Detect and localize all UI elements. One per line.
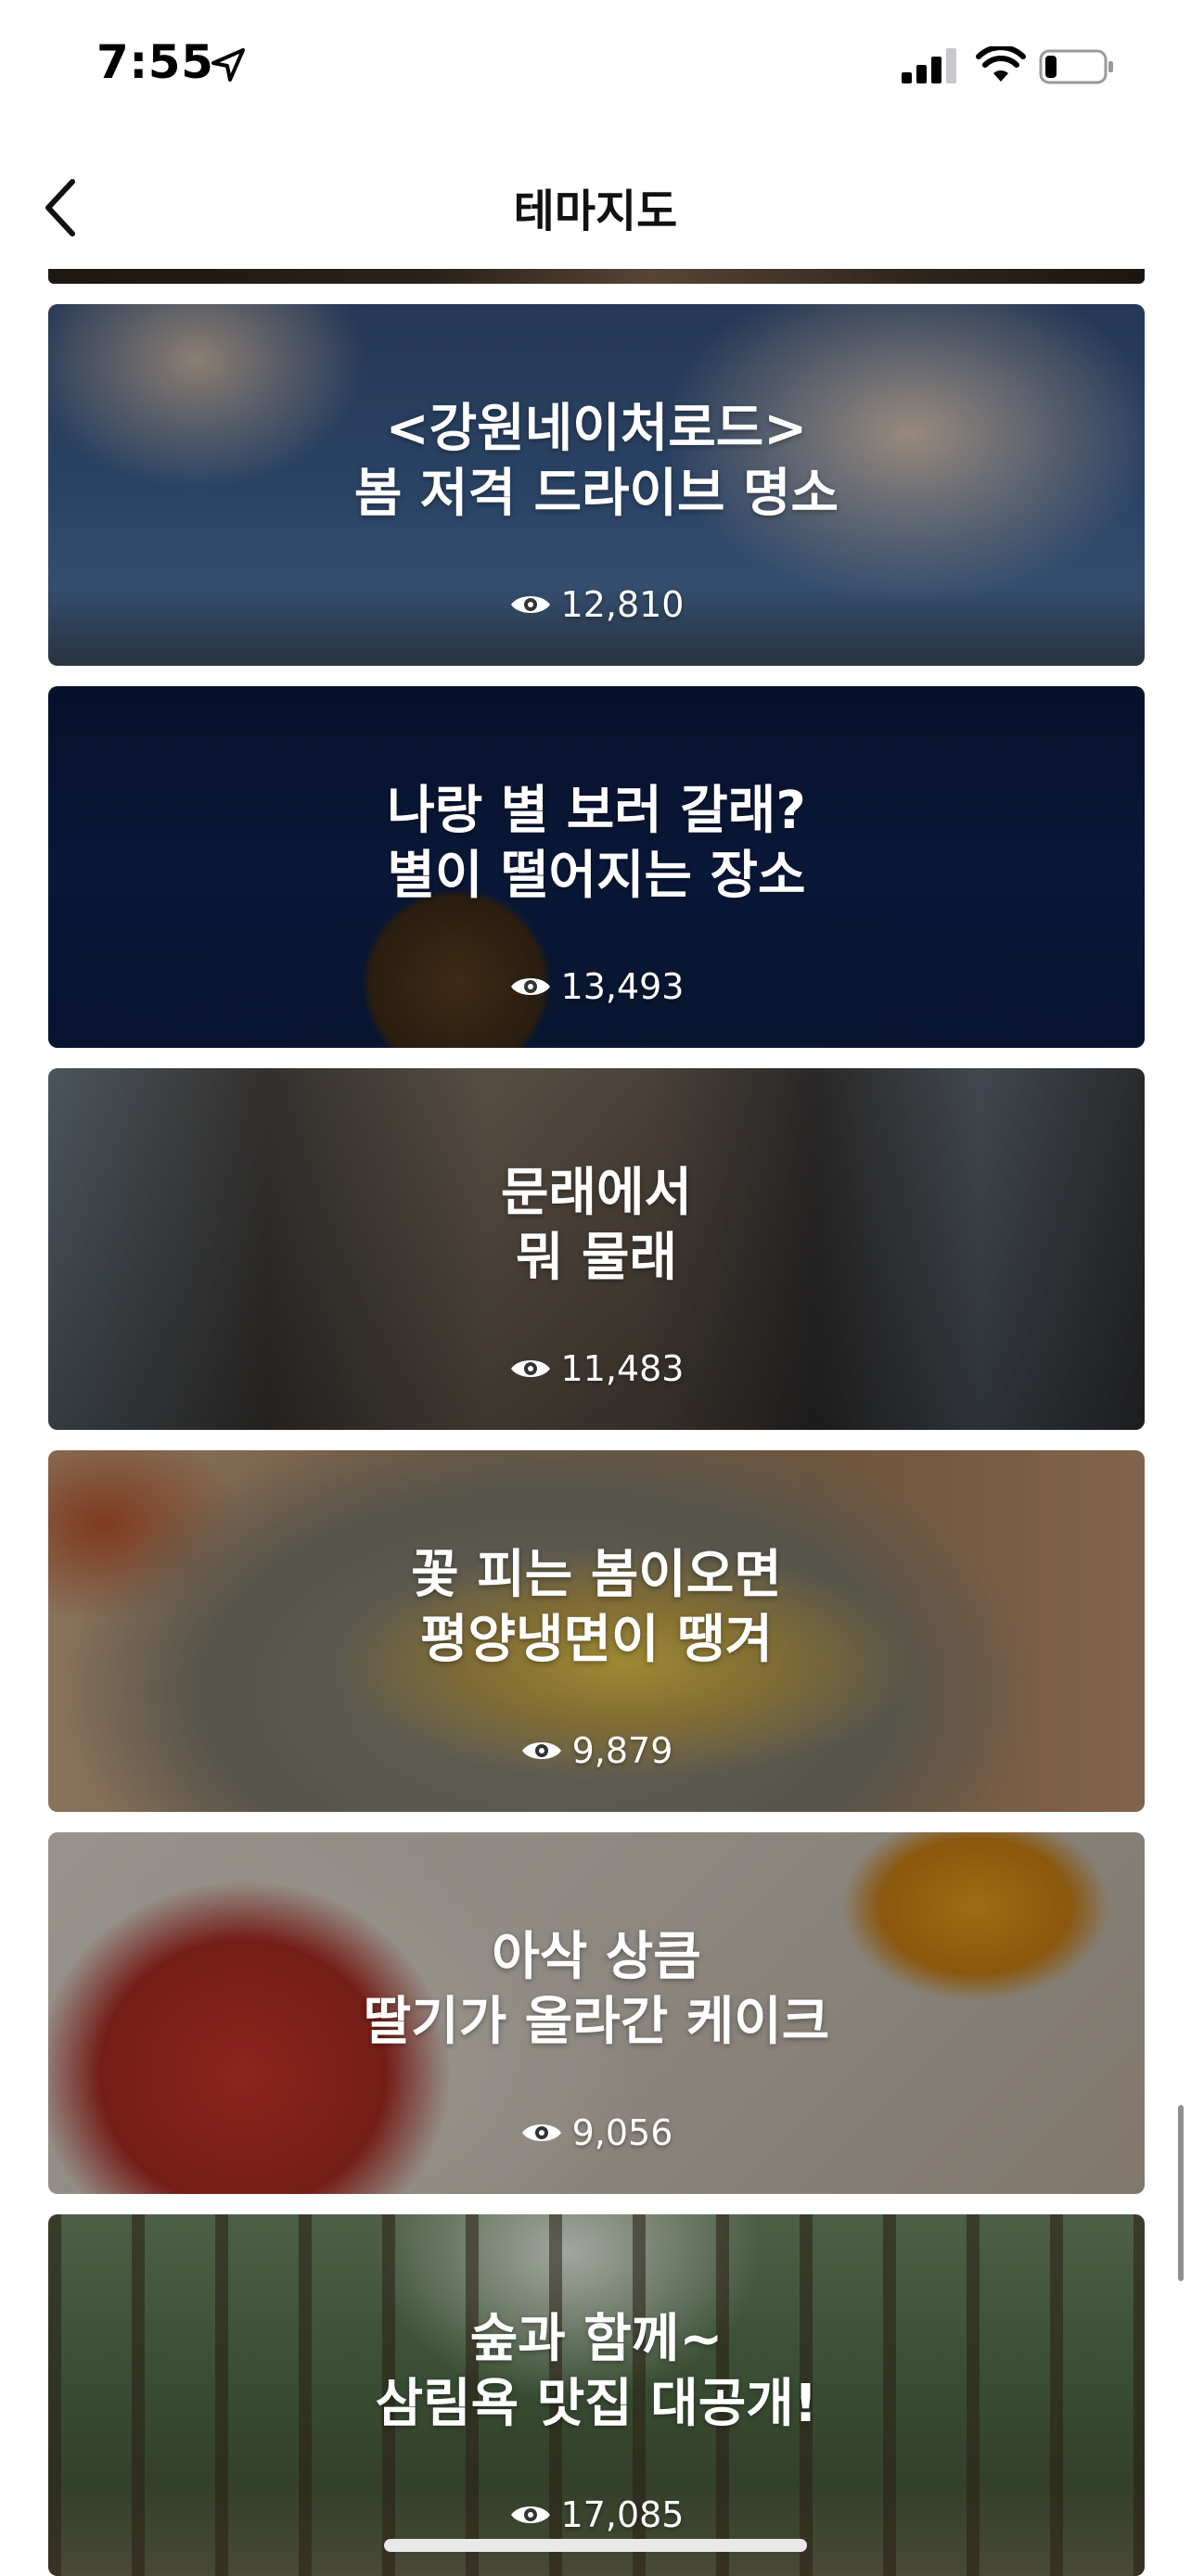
card-title-line2: 뭐 물래	[515, 1228, 678, 1288]
nav-bar: 테마지도	[0, 148, 1191, 260]
eye-icon	[510, 978, 550, 995]
card-title: 문래에서 뭐 물래	[48, 1161, 1145, 1291]
eye-icon	[521, 1742, 561, 1759]
card-title-line1: 문래에서	[500, 1163, 693, 1223]
eye-icon	[510, 2506, 550, 2523]
view-count: 11,483	[48, 1348, 1145, 1389]
theme-card-mullae[interactable]: 문래에서 뭐 물래 11,483	[48, 1068, 1145, 1430]
eye-icon	[521, 2124, 561, 2141]
theme-list[interactable]: <강원네이처로드> 봄 저격 드라이브 명소 12,810 나랑 별 보러 갈래…	[48, 269, 1145, 2576]
theme-card-forest[interactable]: 숲과 함께~ 삼림욕 맛집 대공개! 17,085	[48, 2214, 1145, 2576]
view-count-value: 17,085	[560, 2494, 685, 2535]
view-count: 17,085	[48, 2494, 1145, 2535]
status-bar: 7:55	[0, 0, 1191, 130]
theme-card-naengmyeon[interactable]: 꽃 피는 봄이오면 평양냉면이 땡겨 9,879	[48, 1450, 1145, 1812]
home-indicator[interactable]	[384, 2539, 807, 2552]
card-title-line1: 아삭 상큼	[492, 1927, 701, 1987]
theme-card-cake[interactable]: 아삭 상큼 딸기가 올라간 케이크 9,056	[48, 1832, 1145, 2194]
scrollbar[interactable]	[1178, 2105, 1184, 2281]
card-title-line1: 나랑 별 보러 갈래?	[387, 781, 806, 841]
partially-visible-card[interactable]	[48, 269, 1145, 284]
theme-card-stars[interactable]: 나랑 별 보러 갈래? 별이 떨어지는 장소 13,493	[48, 686, 1145, 1048]
view-count-value: 9,879	[571, 1730, 673, 1771]
eye-icon	[510, 1360, 550, 1377]
card-title: 나랑 별 보러 갈래? 별이 떨어지는 장소	[48, 779, 1145, 909]
battery-icon	[1039, 49, 1113, 84]
card-title-line2: 별이 떨어지는 장소	[387, 846, 806, 906]
card-title-line2: 딸기가 올라간 케이크	[363, 1992, 830, 2052]
card-title: 숲과 함께~ 삼림욕 맛집 대공개!	[48, 2307, 1145, 2437]
cellular-signal-icon	[902, 48, 956, 83]
card-title-line2: 평양냉면이 땡겨	[419, 1610, 774, 1670]
status-time: 7:55	[96, 35, 214, 89]
screen: 7:55 테마지도 <강원네이처로드> 봄 저격 드라이브 명소 12,810 …	[0, 0, 1191, 2576]
card-title-line2: 삼림욕 맛집 대공개!	[375, 2374, 818, 2434]
card-title-line1: 숲과 함께~	[469, 2309, 724, 2369]
theme-card-drive[interactable]: <강원네이처로드> 봄 저격 드라이브 명소 12,810	[48, 304, 1145, 666]
card-title-line1: 꽃 피는 봄이오면	[411, 1545, 782, 1605]
view-count: 9,879	[48, 1730, 1145, 1771]
card-title: <강원네이처로드> 봄 저격 드라이브 명소	[48, 397, 1145, 527]
view-count: 9,056	[48, 2112, 1145, 2153]
view-count-value: 9,056	[571, 2112, 673, 2153]
card-title: 꽃 피는 봄이오면 평양냉면이 땡겨	[48, 1543, 1145, 1673]
view-count-value: 12,810	[560, 584, 685, 625]
wifi-icon	[976, 46, 1026, 82]
location-arrow-icon	[211, 48, 245, 82]
card-title-line1: <강원네이처로드>	[385, 399, 808, 459]
eye-icon	[510, 596, 550, 613]
card-title: 아삭 상큼 딸기가 올라간 케이크	[48, 1925, 1145, 2055]
page-title: 테마지도	[513, 185, 678, 237]
card-title-line2: 봄 저격 드라이브 명소	[353, 464, 839, 524]
view-count: 13,493	[48, 966, 1145, 1007]
view-count-value: 11,483	[560, 1348, 685, 1389]
view-count-value: 13,493	[560, 966, 685, 1007]
view-count: 12,810	[48, 584, 1145, 625]
